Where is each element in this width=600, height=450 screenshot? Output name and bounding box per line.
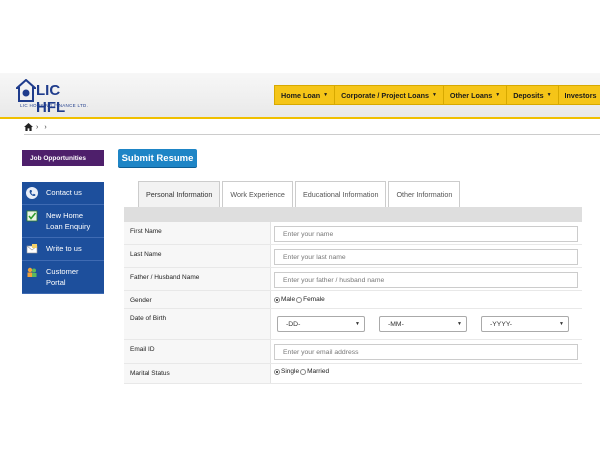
tab-other-information[interactable]: Other Information — [388, 181, 461, 207]
form-row-father-name: Father / Husband Name Enter your father … — [124, 268, 582, 291]
home-icon[interactable] — [24, 123, 33, 131]
marital-single-label: Single — [281, 368, 300, 375]
nav-investors[interactable]: Investors▼ — [557, 85, 600, 105]
form-row-first-name: First Name Enter your name — [124, 222, 582, 245]
caret-down-icon: ▼ — [323, 92, 329, 98]
gender-male-radio[interactable] — [274, 296, 280, 303]
sidebar-item-label: Write to us — [46, 244, 82, 253]
gender-female-label: Female — [303, 296, 325, 303]
phone-icon — [26, 187, 38, 199]
dob-month-select[interactable]: -MM- ▼ — [379, 316, 467, 332]
job-opportunities-heading[interactable]: Job Opportunities — [22, 150, 104, 166]
submit-resume-button[interactable]: Submit Resume — [118, 149, 197, 167]
people-icon — [27, 267, 37, 277]
nav-corporate-loans[interactable]: Corporate / Project Loans ▼ — [334, 85, 443, 105]
nav-label: Corporate / Project Loans — [341, 90, 429, 100]
nav-deposits[interactable]: Deposits ▼ — [506, 85, 558, 105]
form-row-gender: Gender Male Female — [124, 291, 582, 309]
father-name-input[interactable]: Enter your father / husband name — [274, 272, 578, 288]
sidebar-item-new-home-loan-enquiry[interactable]: New Home Loan Enquiry — [22, 205, 104, 238]
logo-subtitle: LIC HOUSING FINANCE LTD. — [20, 103, 89, 108]
breadcrumb-separator: › — [36, 123, 39, 131]
last-name-input[interactable]: Enter your last name — [274, 249, 578, 265]
first-name-input[interactable]: Enter your name — [274, 226, 578, 242]
dob-day-value: -DD- — [286, 320, 301, 328]
marital-status-label: Marital Status — [124, 364, 271, 383]
email-input[interactable]: Enter your email address — [274, 344, 578, 360]
tab-educational-information[interactable]: Educational Information — [294, 181, 387, 207]
nav-label: Other Loans — [449, 90, 493, 100]
form-row-last-name: Last Name Enter your last name — [124, 245, 582, 268]
dob-label: Date of Birth — [124, 309, 271, 339]
sidebar-item-customer-portal[interactable]: Customer Portal — [22, 261, 104, 294]
chevron-down-icon: ▼ — [355, 321, 360, 327]
chevron-down-icon: ▼ — [559, 321, 564, 327]
dob-year-value: -YYYY- — [490, 320, 513, 328]
caret-down-icon: ▼ — [546, 92, 552, 98]
marital-married-label: Married — [307, 368, 330, 375]
gender-male-label: Male — [281, 296, 296, 303]
form-header-bar — [124, 207, 582, 222]
gender-label: Gender — [124, 291, 271, 308]
form-tabs: Personal Information Work Experience Edu… — [138, 181, 462, 207]
main-nav: Home Loan ▼ Corporate / Project Loans ▼ Ot… — [274, 85, 600, 105]
form-row-dob: Date of Birth -DD- ▼ -MM- ▼ -YYYY- ▼ — [124, 309, 582, 340]
sidebar-item-contact-us[interactable]: Contact us — [22, 182, 104, 205]
form-row-marital-status: Marital Status Single Married — [124, 364, 582, 384]
sidebar-item-label: Contact us — [46, 188, 82, 197]
tab-work-experience[interactable]: Work Experience — [222, 181, 293, 207]
logo[interactable]: LIC HFL LIC HOUSING FINANCE LTD. — [16, 79, 89, 116]
sidebar-item-label: New Home Loan Enquiry — [46, 211, 91, 231]
nav-label: Deposits — [513, 90, 544, 100]
mail-icon — [26, 244, 38, 254]
nav-home-loan[interactable]: Home Loan ▼ — [274, 85, 335, 105]
dob-year-select[interactable]: -YYYY- ▼ — [481, 316, 569, 332]
father-name-label: Father / Husband Name — [124, 268, 271, 290]
nav-other-loans[interactable]: Other Loans ▼ — [442, 85, 507, 105]
caret-down-icon: ▼ — [431, 92, 437, 98]
caret-down-icon: ▼ — [495, 92, 501, 98]
sidebar-menu: Contact us New Home Loan Enquiry Write t… — [22, 182, 104, 294]
chevron-down-icon: ▼ — [457, 321, 462, 327]
gender-female-radio[interactable] — [296, 296, 303, 303]
marital-single-radio[interactable] — [274, 368, 280, 375]
personal-info-form: First Name Enter your name Last Name Ent… — [124, 207, 582, 450]
sidebar-item-label: Customer Portal — [46, 267, 79, 287]
last-name-label: Last Name — [124, 245, 271, 267]
form-row-email: Email ID Enter your email address — [124, 340, 582, 364]
tab-personal-information[interactable]: Personal Information — [138, 181, 221, 207]
nav-label: Investors — [564, 90, 597, 100]
marital-radio-group: Single Married — [274, 365, 578, 375]
email-label: Email ID — [124, 340, 271, 363]
breadcrumb-divider — [24, 134, 600, 135]
logo-text: LIC HFL — [36, 82, 66, 116]
nav-label: Home Loan — [281, 90, 321, 100]
breadcrumb-separator: › — [44, 123, 47, 131]
checklist-icon — [26, 210, 38, 222]
dob-day-select[interactable]: -DD- ▼ — [277, 316, 365, 332]
house-logo-icon — [16, 79, 36, 102]
dob-month-value: -MM- — [388, 320, 404, 328]
gender-radio-group: Male Female — [274, 293, 578, 303]
sidebar-item-write-to-us[interactable]: Write to us — [22, 238, 104, 261]
first-name-label: First Name — [124, 222, 271, 244]
marital-married-radio[interactable] — [300, 368, 307, 375]
breadcrumb: › › — [24, 121, 53, 133]
